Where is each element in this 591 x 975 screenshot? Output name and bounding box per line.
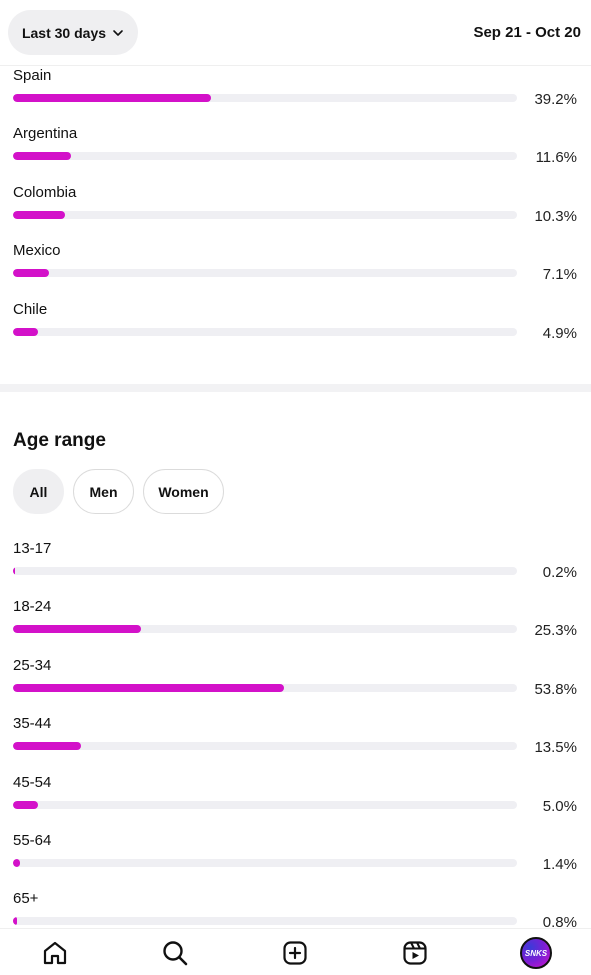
age-value: 25.3%: [534, 622, 577, 640]
bar-fill: [13, 917, 18, 926]
bar-track: [13, 625, 517, 634]
age-range-list: 13-17 0.2% 18-24 25.3% 25-34 53.8% 35-44…: [0, 540, 591, 949]
location-row: Colombia 10.3%: [0, 184, 591, 242]
bar-track: [13, 917, 517, 926]
age-row: 45-54 5.0%: [0, 774, 591, 832]
bar-fill: [13, 327, 38, 336]
age-range-title: Age range: [13, 430, 106, 451]
age-value: 53.8%: [534, 680, 577, 698]
filter-chip-women[interactable]: Women: [143, 469, 224, 514]
top-bar: Last 30 days Sep 21 - Oct 20: [0, 0, 591, 66]
home-icon: [43, 941, 67, 965]
reels-icon: [403, 941, 427, 965]
bar-fill: [13, 742, 82, 751]
bar-fill: [13, 683, 285, 692]
location-value: 11.6%: [535, 149, 577, 167]
location-label: Spain: [13, 67, 52, 84]
bar-fill: [13, 210, 65, 219]
nav-profile[interactable]: SNKS: [519, 936, 553, 970]
location-row: Mexico 7.1%: [0, 242, 591, 300]
bar-track: [13, 327, 517, 336]
chip-label: Women: [158, 483, 209, 500]
location-value: 7.1%: [542, 266, 577, 284]
age-label: 18-24: [13, 598, 52, 616]
bar-track: [13, 567, 517, 575]
age-label: 55-64: [13, 831, 52, 849]
age-label: 25-34: [13, 656, 52, 674]
locations-list: Spain 39.2% Argentina 11.6% Colombia 10.…: [0, 67, 591, 359]
location-row: Argentina 11.6%: [0, 125, 591, 183]
bar-fill: [13, 858, 21, 867]
age-value: 1.4%: [542, 855, 577, 873]
bar-fill: [13, 567, 15, 575]
bar-fill: [13, 94, 211, 102]
filter-chip-men[interactable]: Men: [73, 469, 134, 514]
age-row: 35-44 13.5%: [0, 715, 591, 773]
age-value: 0.2%: [542, 564, 577, 581]
age-label: 13-17: [13, 540, 52, 557]
bar-track: [13, 858, 517, 867]
location-value: 39.2%: [534, 91, 577, 108]
age-row: 18-24 25.3%: [0, 598, 591, 656]
age-row: 13-17 0.2%: [0, 540, 591, 598]
bar-fill: [13, 269, 49, 278]
chip-label: All: [29, 483, 48, 500]
nav-create[interactable]: [280, 938, 310, 968]
location-label: Mexico: [13, 242, 61, 260]
bar-track: [13, 152, 517, 161]
chevron-down-icon: [113, 29, 123, 36]
bar-track: [13, 742, 517, 751]
location-value: 4.9%: [542, 324, 577, 342]
bar-fill: [13, 800, 39, 809]
age-label: 45-54: [13, 773, 52, 791]
period-dropdown[interactable]: Last 30 days: [8, 10, 138, 55]
bar-track: [13, 210, 517, 219]
chip-label: Men: [89, 483, 118, 500]
age-row: 55-64 1.4%: [0, 832, 591, 890]
location-row: Chile 4.9%: [0, 301, 591, 359]
age-row: 25-34 53.8%: [0, 657, 591, 715]
nav-reels[interactable]: [400, 938, 430, 968]
bar-fill: [13, 625, 141, 634]
bar-fill: [13, 152, 72, 161]
bar-track: [13, 683, 517, 692]
bottom-nav: SNKS: [0, 928, 591, 975]
filter-chip-all[interactable]: All: [13, 469, 64, 514]
age-value: 5.0%: [542, 797, 577, 815]
location-value: 10.3%: [534, 207, 577, 225]
bar-track: [13, 94, 517, 102]
search-icon: [163, 941, 188, 966]
location-label: Colombia: [13, 183, 77, 201]
location-label: Chile: [13, 300, 48, 318]
date-range: Sep 21 - Oct 20: [473, 24, 581, 41]
age-value: 13.5%: [534, 739, 577, 757]
location-row: Spain 39.2%: [0, 67, 591, 125]
bar-track: [13, 800, 517, 809]
avatar-text: SNKS: [524, 948, 548, 958]
create-icon: [283, 941, 307, 965]
nav-search[interactable]: [160, 938, 190, 968]
age-label: 35-44: [13, 715, 52, 733]
bar-track: [13, 269, 517, 278]
nav-home[interactable]: [40, 938, 70, 968]
period-label: Last 30 days: [21, 24, 107, 41]
age-label: 65+: [13, 890, 39, 908]
avatar: SNKS: [520, 937, 552, 969]
section-divider: [0, 384, 591, 392]
location-label: Argentina: [13, 125, 78, 143]
